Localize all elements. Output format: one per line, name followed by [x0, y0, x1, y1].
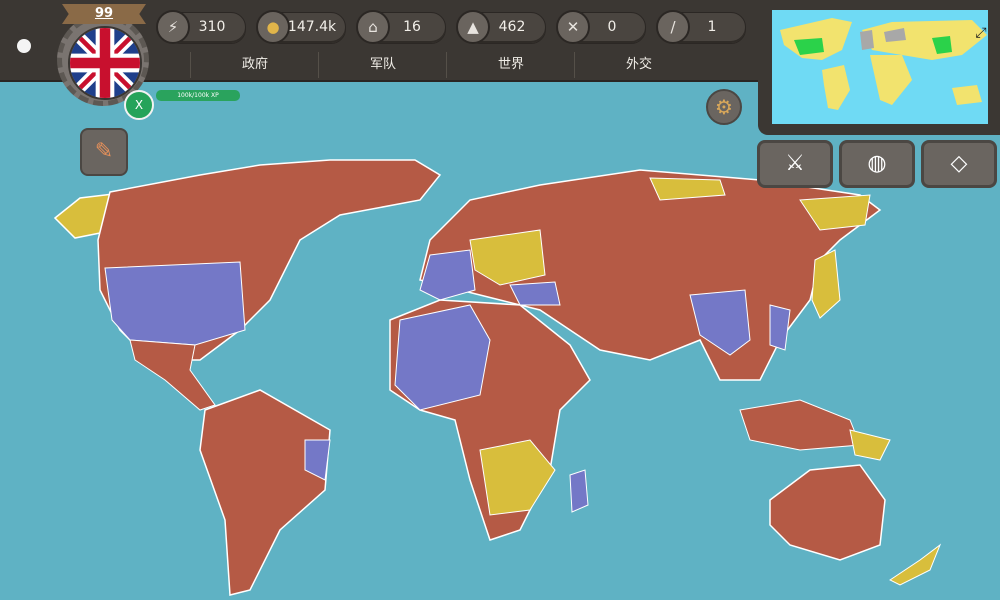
- sword-icon: ⚔: [785, 151, 805, 176]
- usa-region: [104, 261, 246, 346]
- resource-energy[interactable]: ⚡ 310: [150, 8, 246, 44]
- tab-government[interactable]: 政府: [190, 52, 319, 78]
- tab-world[interactable]: 世界: [446, 52, 575, 78]
- scroll-icon[interactable]: ✎: [80, 128, 128, 176]
- minimap[interactable]: ⤢: [772, 10, 988, 124]
- northwest-africa-region: [394, 304, 491, 411]
- resource-gold[interactable]: ● 147.4k: [250, 8, 346, 44]
- globe-button[interactable]: ◍: [839, 140, 915, 188]
- resource-sword[interactable]: / 1: [650, 8, 746, 44]
- resource-bar: ⚡ 310 ● 147.4k ⌂ 16 ▲ 462 ✕ 0 / 1: [150, 8, 750, 44]
- resource-population[interactable]: ⌂ 16: [350, 8, 446, 44]
- diamond-icon: ◇: [950, 151, 968, 176]
- player-level: 99: [94, 6, 114, 21]
- menu-dot-button[interactable]: [10, 32, 38, 60]
- madagascar-region: [569, 469, 589, 513]
- diamond-button[interactable]: ◇: [921, 140, 997, 188]
- tab-diplomacy[interactable]: 外交: [574, 52, 703, 78]
- tab-army[interactable]: 军队: [318, 52, 447, 78]
- xp-bar: 100k/100k XP: [156, 90, 240, 101]
- expand-icon[interactable]: ⤢: [972, 24, 988, 42]
- attack-sword-button[interactable]: ⚔: [757, 140, 833, 188]
- tab-bar: 政府 军队 世界 外交: [150, 52, 760, 78]
- minimap-panel: ⤢: [758, 0, 1000, 135]
- united-kingdom-flag: [68, 26, 142, 100]
- settings-gear-icon[interactable]: ⚙: [706, 89, 742, 125]
- resource-battles[interactable]: ✕ 0: [550, 8, 646, 44]
- globe-icon: ◍: [867, 151, 887, 176]
- resource-territory[interactable]: ▲ 462: [450, 8, 546, 44]
- country-x-button[interactable]: X: [124, 90, 154, 120]
